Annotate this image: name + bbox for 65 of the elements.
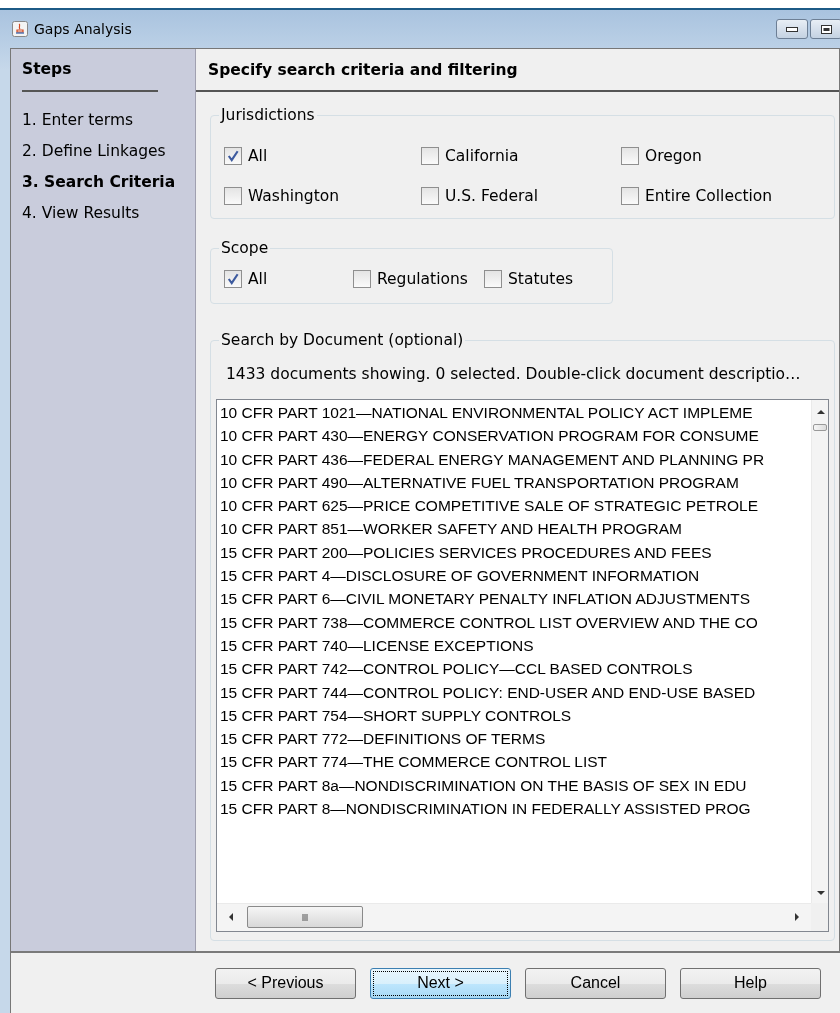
window-title: Gaps Analysis bbox=[34, 21, 133, 37]
step-item[interactable]: 4. View Results bbox=[22, 204, 195, 235]
minimize-button[interactable] bbox=[776, 19, 808, 39]
list-item[interactable]: 10 CFR PART 436—FEDERAL ENERGY MANAGEMENT AND PLANNING PR bbox=[217, 447, 811, 471]
checkbox[interactable] bbox=[224, 187, 242, 205]
vertical-scrollbar[interactable] bbox=[811, 400, 828, 903]
checkbox-label: U.S. Federal bbox=[445, 187, 539, 205]
list-item[interactable]: 10 CFR PART 851—WORKER SAFETY AND HEALTH PROGRAM bbox=[217, 517, 811, 541]
checkbox-label: Regulations bbox=[377, 270, 468, 288]
scroll-thumb[interactable] bbox=[247, 906, 363, 928]
list-item[interactable]: 15 CFR PART 742—CONTROL POLICY—CCL BASED CONTROLS bbox=[217, 657, 811, 681]
list-item[interactable]: 15 CFR PART 6—CIVIL MONETARY PENALTY INFLATION ADJUSTMENTS bbox=[217, 587, 811, 611]
checkbox[interactable] bbox=[224, 147, 242, 165]
status-text: 1433 documents showing. 0 selected. Double-click document descriptio… bbox=[225, 364, 802, 384]
scroll-down-icon[interactable] bbox=[817, 891, 825, 895]
checkbox[interactable] bbox=[621, 187, 639, 205]
scrollbar-corner bbox=[811, 903, 828, 931]
checkbox[interactable] bbox=[353, 270, 371, 288]
scroll-up-icon[interactable] bbox=[817, 410, 825, 414]
checkbox-label: California bbox=[445, 147, 519, 165]
checkbox[interactable] bbox=[621, 147, 639, 165]
checkbox-label: Oregon bbox=[645, 147, 702, 165]
checkbox[interactable] bbox=[421, 147, 439, 165]
maximize-button[interactable] bbox=[810, 19, 840, 39]
panel-header: Specify search criteria and filtering bbox=[196, 49, 839, 92]
checkbox-label: Washington bbox=[248, 187, 340, 205]
list-item[interactable]: 15 CFR PART 754—SHORT SUPPLY CONTROLS bbox=[217, 703, 811, 728]
checkbox-label: All bbox=[248, 147, 268, 165]
list-item[interactable]: 15 CFR PART 8—NONDISCRIMINATION IN FEDERALLY ASSISTED PROG bbox=[217, 797, 811, 821]
list-item[interactable]: 15 CFR PART 774—THE COMMERCE CONTROL LIST bbox=[217, 750, 811, 774]
list-item[interactable]: 15 CFR PART 738—COMMERCE CONTROL LIST OVERVIEW AND THE CO bbox=[217, 610, 811, 634]
wizard-button[interactable]: Next > bbox=[370, 967, 511, 999]
step-item[interactable]: 1. Enter terms bbox=[22, 111, 195, 142]
horizontal-scrollbar[interactable] bbox=[217, 903, 811, 931]
sidebar-title: Steps bbox=[22, 49, 158, 92]
group-title: Scope bbox=[219, 238, 271, 258]
group-title: Jurisdictions bbox=[219, 105, 317, 125]
list-item[interactable]: 15 CFR PART 744—CONTROL POLICY: END-USER AND END-USE BASED bbox=[217, 680, 811, 704]
wizard-button[interactable]: Cancel bbox=[525, 967, 666, 999]
checkbox-label: All bbox=[248, 270, 268, 288]
wizard-button[interactable]: < Previous bbox=[215, 967, 356, 999]
list-item[interactable]: 15 CFR PART 8a—NONDISCRIMINATION ON THE BASIS OF SEX IN EDU bbox=[217, 773, 811, 798]
list-item[interactable]: 10 CFR PART 430—ENERGY CONSERVATION PROGRAM FOR CONSUME bbox=[217, 424, 811, 448]
list-item[interactable]: 10 CFR PART 625—PRICE COMPETITIVE SALE OF STRATEGIC PETROLE bbox=[217, 494, 811, 518]
scroll-right-icon[interactable] bbox=[795, 913, 799, 921]
group-title: Search by Document (optional) bbox=[219, 330, 466, 350]
step-item[interactable]: 3. Search Criteria bbox=[22, 173, 195, 204]
checkbox-label: Statutes bbox=[508, 270, 573, 288]
list-item[interactable]: 15 CFR PART 740—LICENSE EXCEPTIONS bbox=[217, 633, 811, 658]
checkbox-label: Entire Collection bbox=[645, 187, 773, 205]
wizard-button[interactable]: Help bbox=[680, 967, 821, 999]
checkbox[interactable] bbox=[224, 270, 242, 288]
scroll-left-icon[interactable] bbox=[229, 913, 233, 921]
step-item[interactable]: 2. Define Linkages bbox=[22, 142, 195, 173]
checkbox[interactable] bbox=[484, 270, 502, 288]
list-item[interactable]: 15 CFR PART 200—POLICIES SERVICES PROCEDURES AND FEES bbox=[217, 540, 811, 565]
minimize-icon bbox=[786, 26, 798, 32]
app-icon bbox=[12, 21, 28, 37]
scroll-thumb[interactable] bbox=[813, 424, 827, 431]
checkbox[interactable] bbox=[421, 187, 439, 205]
list-item[interactable]: 15 CFR PART 772—DEFINITIONS OF TERMS bbox=[217, 727, 811, 751]
list-item[interactable]: 10 CFR PART 1021—NATIONAL ENVIRONMENTAL POLICY ACT IMPLEME bbox=[217, 401, 811, 425]
list-item[interactable]: 10 CFR PART 490—ALTERNATIVE FUEL TRANSPORTATION PROGRAM bbox=[217, 470, 811, 495]
maximize-icon bbox=[820, 24, 832, 34]
list-item[interactable]: 15 CFR PART 4—DISCLOSURE OF GOVERNMENT INFORMATION bbox=[217, 564, 811, 588]
